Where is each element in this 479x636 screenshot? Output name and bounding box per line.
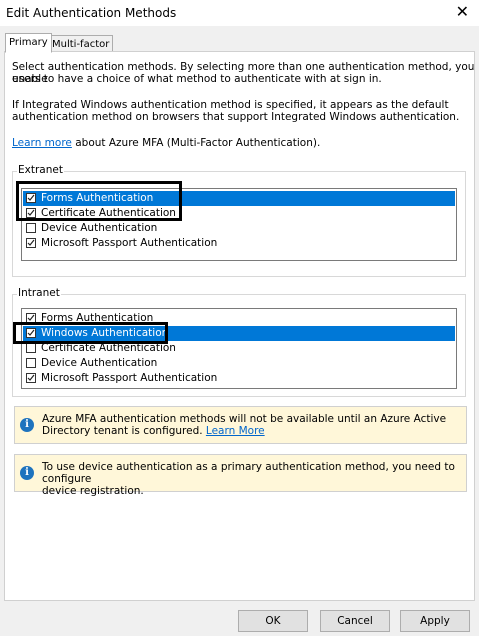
intranet-item-certificate[interactable]: Certificate Authentication	[23, 341, 455, 356]
device-checkbox[interactable]	[26, 223, 36, 233]
window-title: Edit Authentication Methods	[6, 6, 177, 20]
tab-primary[interactable]: Primary	[5, 33, 52, 53]
notice-line: Azure MFA authentication methods will no…	[42, 413, 447, 425]
intranet-item-label: Microsoft Passport Authentication	[41, 372, 218, 384]
forms-checkbox[interactable]	[26, 193, 36, 203]
intranet-item-windows[interactable]: Windows Authentication	[23, 326, 455, 341]
info-icon: i	[20, 418, 34, 432]
intranet-item-device[interactable]: Device Authentication	[23, 356, 455, 371]
intranet-item-label: Forms Authentication	[41, 312, 154, 324]
info-icon: i	[20, 466, 34, 480]
close-icon[interactable]: ✕	[456, 2, 469, 22]
extranet-item-passport[interactable]: Microsoft Passport Authentication	[23, 236, 455, 251]
notice-line: device registration.	[42, 485, 144, 497]
azure-mfa-notice: i Azure MFA authentication methods will …	[14, 406, 467, 444]
intro-line-2: users to have a choice of what method to…	[12, 73, 382, 85]
certificate-checkbox[interactable]	[26, 343, 36, 353]
device-registration-notice: i To use device authentication as a prim…	[14, 454, 467, 497]
intranet-label: Intranet	[17, 287, 61, 299]
device-checkbox[interactable]	[26, 358, 36, 368]
extranet-item-certificate[interactable]: Certificate Authentication	[23, 206, 455, 221]
learn-more-line: Learn more about Azure MFA (Multi-Factor…	[12, 137, 320, 149]
extranet-method-list: Forms Authentication Certificate Authent…	[21, 188, 457, 261]
learn-more-suffix: about Azure MFA (Multi-Factor Authentica…	[71, 137, 321, 149]
title-bar: Edit Authentication Methods ✕	[0, 0, 479, 26]
device-notice-text: To use device authentication as a primar…	[42, 461, 458, 497]
intranet-method-list: Forms Authentication Windows Authenticat…	[21, 308, 457, 389]
learn-more-link[interactable]: Learn more	[12, 137, 72, 149]
passport-checkbox[interactable]	[26, 238, 36, 248]
ok-button[interactable]: OK	[238, 610, 308, 632]
extranet-item-label: Certificate Authentication	[41, 207, 176, 219]
extranet-item-label: Microsoft Passport Authentication	[41, 237, 218, 249]
extranet-item-forms[interactable]: Forms Authentication	[23, 191, 455, 206]
intranet-item-label: Windows Authentication	[41, 327, 169, 339]
extranet-item-label: Forms Authentication	[41, 192, 154, 204]
forms-checkbox[interactable]	[26, 313, 36, 323]
windows-checkbox[interactable]	[26, 328, 36, 338]
azure-mfa-notice-text: Azure MFA authentication methods will no…	[42, 413, 458, 437]
notice-line-2: Directory tenant is configured. Learn Mo…	[42, 425, 458, 437]
cancel-button[interactable]: Cancel	[320, 610, 390, 632]
extranet-item-label: Device Authentication	[41, 222, 158, 234]
notice-line: Directory tenant is configured.	[42, 425, 206, 437]
intranet-item-label: Certificate Authentication	[41, 342, 176, 354]
intro-line-3: If Integrated Windows authentication met…	[12, 99, 449, 111]
certificate-checkbox[interactable]	[26, 208, 36, 218]
notice-line: To use device authentication as a primar…	[42, 461, 455, 485]
extranet-item-device[interactable]: Device Authentication	[23, 221, 455, 236]
intranet-item-passport[interactable]: Microsoft Passport Authentication	[23, 371, 455, 386]
extranet-label: Extranet	[17, 164, 64, 176]
azure-learn-more-link[interactable]: Learn More	[206, 425, 265, 437]
apply-button[interactable]: Apply	[400, 610, 470, 632]
intranet-item-label: Device Authentication	[41, 357, 158, 369]
passport-checkbox[interactable]	[26, 373, 36, 383]
intranet-item-forms[interactable]: Forms Authentication	[23, 311, 455, 326]
intro-line-4: authentication method on browsers that s…	[12, 111, 460, 123]
